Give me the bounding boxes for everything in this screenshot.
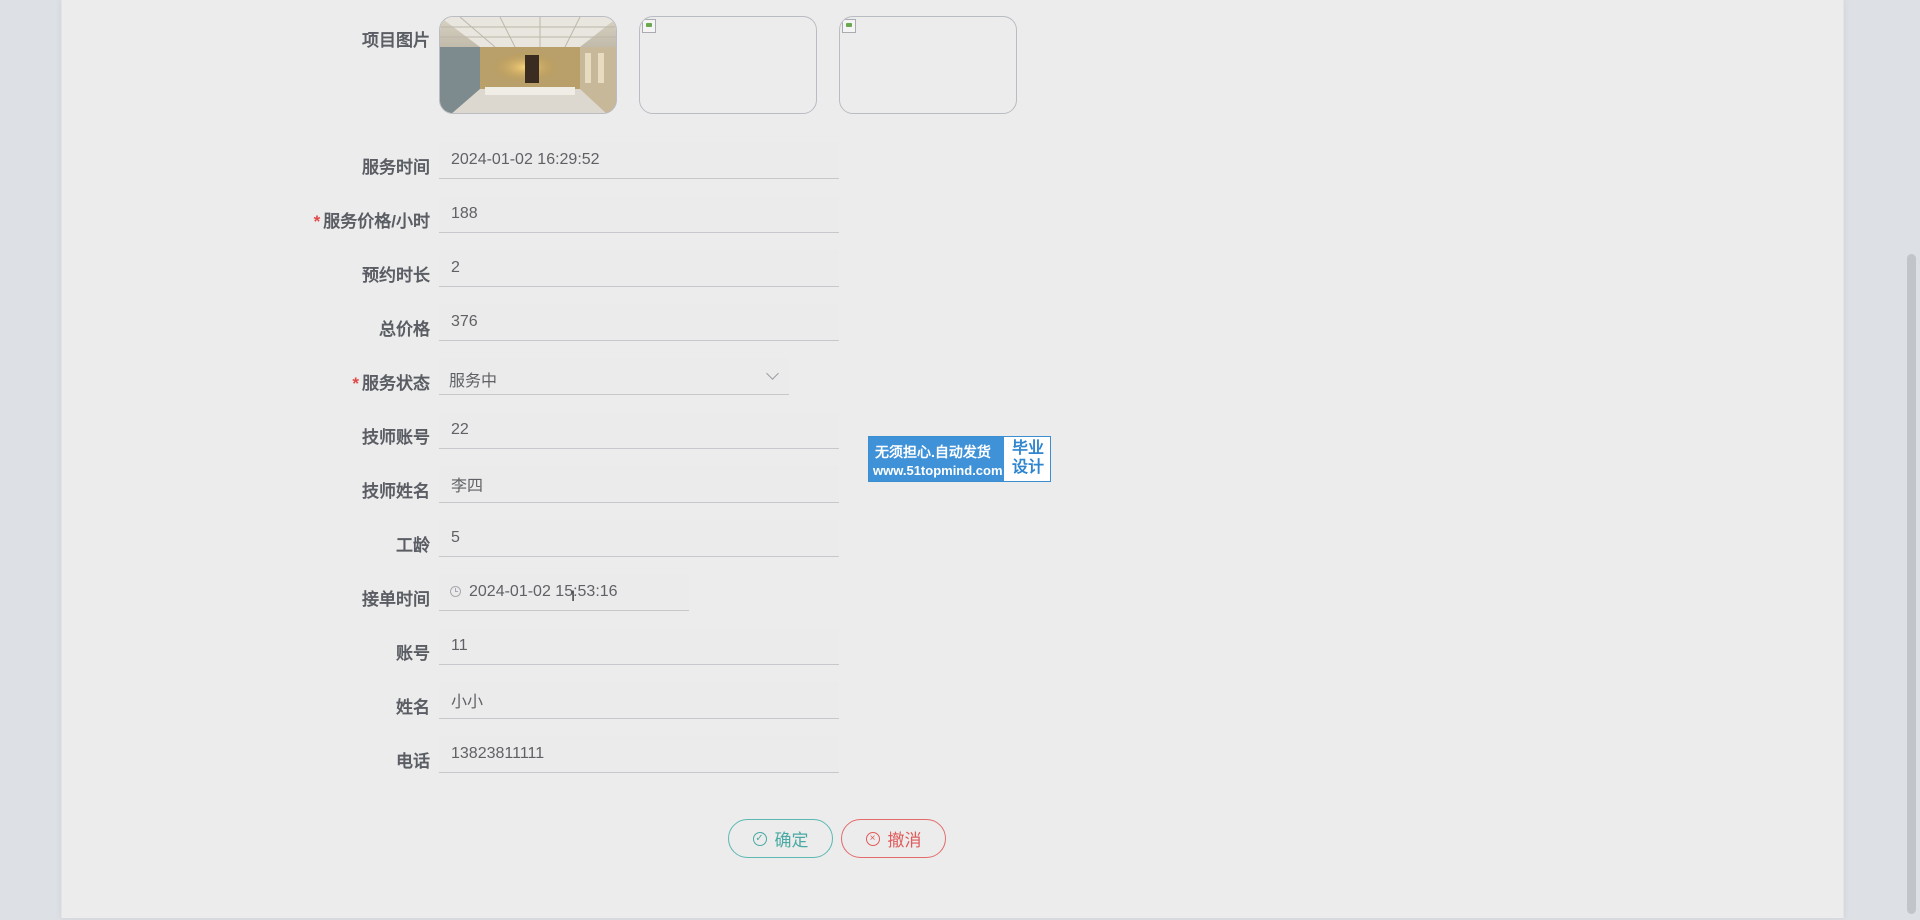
cancel-button[interactable]: × 撤消	[841, 819, 946, 858]
broken-image-icon	[842, 19, 856, 33]
watermark-right: 毕业 设计	[1006, 439, 1050, 477]
account-field[interactable]	[439, 628, 839, 665]
service-time-label: 服务时间	[362, 158, 430, 177]
tech-account-field[interactable]	[439, 412, 839, 449]
close-circle-icon: ×	[865, 831, 880, 846]
check-circle-icon: ✓	[752, 831, 767, 846]
chevron-down-icon	[766, 367, 779, 380]
duration-label: 预约时长	[362, 266, 430, 285]
price-per-hour-label: * 服务价格/小时	[314, 207, 430, 232]
project-image-3[interactable]	[839, 16, 1017, 114]
account-label: 账号	[396, 644, 430, 663]
order-time-picker[interactable]: 2024-01-02 15:53:16	[439, 574, 689, 611]
tech-name-field[interactable]	[439, 466, 839, 503]
images-label: 项目图片	[362, 31, 430, 50]
total-price-label: 总价格	[379, 320, 430, 339]
confirm-button[interactable]: ✓ 确定	[728, 819, 833, 858]
required-mark: *	[313, 212, 321, 231]
scrollbar-thumb[interactable]	[1907, 254, 1916, 914]
order-time-label: 接单时间	[362, 590, 430, 609]
order-time-value: 2024-01-02 15:53:16	[469, 583, 618, 600]
watermark-right1: 毕业	[1011, 440, 1044, 457]
duration-field[interactable]	[439, 250, 839, 287]
spa-room-photo	[440, 17, 616, 113]
required-mark: *	[352, 374, 359, 393]
work-years-input[interactable]	[439, 520, 839, 556]
service-status-value: 服务中	[449, 373, 498, 390]
watermark-left: 无须担心.自动发货 www.51topmind.com	[869, 437, 1004, 481]
tech-name-label: 技师姓名	[362, 482, 430, 501]
price-per-hour-input[interactable]	[439, 196, 839, 232]
watermark-line2: www.51topmind.com	[873, 463, 1003, 478]
tech-account-label: 技师账号	[362, 428, 430, 447]
account-input[interactable]	[439, 628, 839, 664]
total-price-input[interactable]	[439, 304, 839, 340]
duration-input[interactable]	[439, 250, 839, 286]
watermark-right2: 设计	[1011, 459, 1044, 476]
name-input[interactable]	[439, 682, 839, 718]
service-status-label-text: 服务状态	[362, 374, 430, 393]
work-years-field[interactable]	[439, 520, 839, 557]
broken-image-icon	[642, 19, 656, 33]
project-image-1[interactable]	[439, 16, 617, 114]
service-time-field[interactable]	[439, 142, 839, 179]
service-status-label: * 服务状态	[352, 369, 430, 394]
price-per-hour-label-text: 服务价格/小时	[323, 212, 430, 231]
clock-icon	[450, 586, 461, 597]
name-field[interactable]	[439, 682, 839, 719]
text-cursor-icon: I	[571, 589, 576, 605]
watermark-badge: 无须担心.自动发货 www.51topmind.com 毕业 设计	[868, 436, 1051, 482]
name-label: 姓名	[396, 698, 430, 717]
phone-label: 电话	[396, 752, 430, 771]
work-years-label: 工龄	[396, 536, 430, 555]
tech-account-input[interactable]	[439, 412, 839, 448]
price-per-hour-field[interactable]	[439, 196, 839, 233]
service-time-input[interactable]	[439, 142, 839, 178]
total-price-field[interactable]	[439, 304, 839, 341]
watermark-line1: 无须担心.自动发货	[875, 444, 991, 460]
tech-name-input[interactable]	[439, 466, 839, 502]
project-image-2[interactable]	[639, 16, 817, 114]
phone-input[interactable]	[439, 736, 839, 772]
cancel-label: 撤消	[887, 831, 922, 850]
phone-field[interactable]	[439, 736, 839, 773]
service-status-select[interactable]: 服务中	[439, 358, 789, 395]
confirm-label: 确定	[774, 831, 809, 850]
